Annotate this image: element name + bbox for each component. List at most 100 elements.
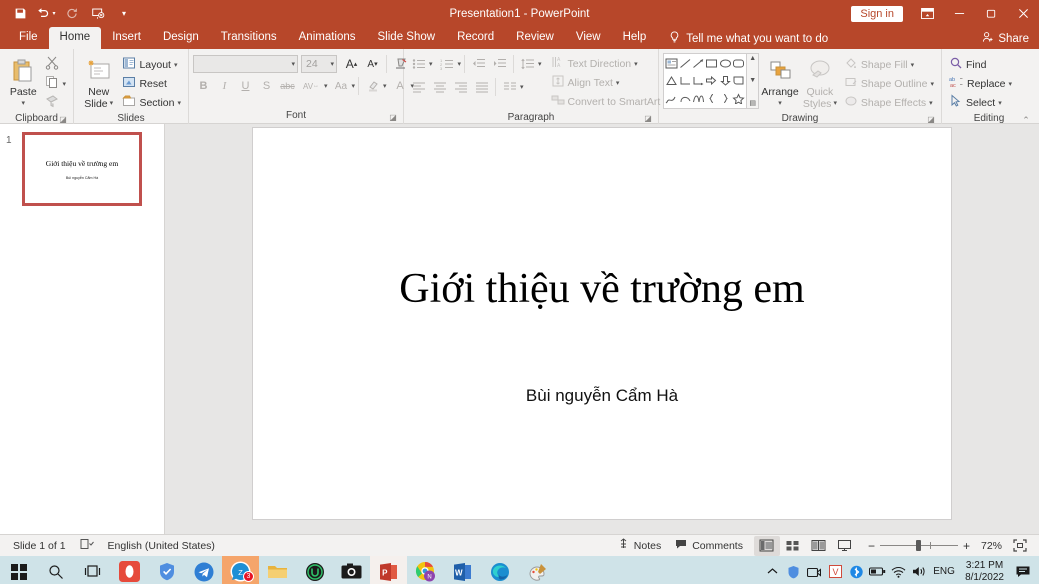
paragraph-dialog-launcher[interactable]: ◪: [643, 114, 653, 124]
shape-right-arrow[interactable]: [705, 72, 718, 89]
v-app-tray-icon[interactable]: V: [825, 556, 845, 584]
accessibility-checker-button[interactable]: [73, 536, 101, 556]
shapes-scroll-down-icon[interactable]: ▼: [749, 77, 756, 84]
fit-to-window-button[interactable]: [1007, 536, 1033, 556]
strikethrough-button[interactable]: abc: [277, 77, 298, 96]
text-direction-button[interactable]: AA Text Direction ▾: [548, 54, 670, 73]
shape-textbox[interactable]: [665, 55, 678, 72]
replace-button[interactable]: abac Replace ▾: [946, 74, 1015, 93]
start-button[interactable]: [0, 556, 37, 584]
align-center-button[interactable]: [429, 78, 450, 97]
clock[interactable]: 3:21 PM 8/1/2022: [959, 560, 1010, 584]
section-button[interactable]: Section ▾: [119, 93, 184, 112]
word-icon[interactable]: W: [444, 556, 481, 584]
align-text-caret[interactable]: ▾: [616, 79, 620, 87]
font-name-caret[interactable]: ▾: [291, 60, 295, 68]
shape-curve[interactable]: [678, 90, 691, 107]
zoom-in-button[interactable]: +: [963, 539, 970, 553]
paste-dropdown-caret[interactable]: ▾: [21, 98, 25, 110]
character-spacing-caret[interactable]: ▾: [324, 82, 328, 90]
undo-icon[interactable]: ▾: [34, 3, 58, 25]
text-direction-caret[interactable]: ▾: [634, 60, 638, 68]
tab-home[interactable]: Home: [49, 27, 102, 49]
underline-button[interactable]: U: [235, 77, 256, 96]
zoom-slider[interactable]: − +: [868, 539, 970, 553]
shape-outline-caret[interactable]: ▾: [930, 80, 934, 88]
shape-line[interactable]: [678, 55, 691, 72]
change-case-caret[interactable]: ▾: [352, 82, 356, 90]
find-button[interactable]: Find: [946, 55, 1015, 74]
notifications-icon[interactable]: [1011, 556, 1035, 584]
reset-button[interactable]: Reset: [119, 74, 184, 93]
start-from-beginning-icon[interactable]: [86, 3, 110, 25]
line-spacing-caret[interactable]: ▾: [538, 60, 542, 68]
shape-rounded-rectangle[interactable]: [732, 55, 745, 72]
justify-button[interactable]: [471, 78, 492, 97]
zoom-level-label[interactable]: 72%: [976, 540, 1002, 552]
language-indicator[interactable]: ENG: [930, 556, 958, 584]
minimize-button[interactable]: [943, 0, 975, 27]
paste-button[interactable]: Paste ▾: [4, 54, 42, 110]
bullets-caret[interactable]: ▾: [429, 60, 433, 68]
shapes-more-icon[interactable]: ▤: [749, 99, 756, 107]
numbering-button[interactable]: 123: [437, 55, 458, 74]
camera-tray-icon[interactable]: [804, 556, 824, 584]
columns-button[interactable]: [499, 78, 520, 97]
search-icon[interactable]: [37, 556, 74, 584]
volume-icon[interactable]: [909, 556, 929, 584]
text-shadow-button[interactable]: S: [256, 77, 277, 96]
slide-thumbnail-1[interactable]: Giới thiệu về trường em Bùi nguyễn Cẩm H…: [22, 132, 142, 206]
line-spacing-button[interactable]: [517, 55, 538, 74]
battery-icon[interactable]: [867, 556, 887, 584]
slide-show-view-button[interactable]: [832, 536, 858, 556]
quick-styles-button[interactable]: Quick Styles ▾: [801, 54, 839, 110]
camera-icon[interactable]: [333, 556, 370, 584]
shape-elbow-connector[interactable]: [678, 72, 691, 89]
arrange-caret[interactable]: ▾: [778, 98, 782, 110]
shield-tray-icon[interactable]: [783, 556, 803, 584]
tab-file[interactable]: File: [8, 27, 49, 49]
shape-effects-button[interactable]: Shape Effects ▾: [841, 93, 937, 112]
tab-design[interactable]: Design: [152, 27, 210, 49]
zoom-track[interactable]: [880, 545, 958, 546]
language-indicator[interactable]: English (United States): [101, 536, 222, 556]
normal-view-button[interactable]: [754, 536, 780, 556]
shapes-gallery-scrollbar[interactable]: ▲ ▼ ▤: [746, 54, 758, 108]
select-button[interactable]: Select ▾: [946, 93, 1015, 112]
shape-freeform[interactable]: [665, 90, 678, 107]
tell-me-search[interactable]: Tell me what you want to do: [661, 28, 836, 49]
opera-icon[interactable]: [111, 556, 148, 584]
font-dialog-launcher[interactable]: ◪: [388, 113, 398, 123]
layout-caret[interactable]: ▾: [174, 61, 178, 69]
shape-right-brace[interactable]: [718, 90, 731, 107]
ribbon-display-options-icon[interactable]: [911, 0, 943, 27]
tab-insert[interactable]: Insert: [101, 27, 152, 49]
decrease-list-level-button[interactable]: [468, 55, 489, 74]
select-caret[interactable]: ▾: [998, 99, 1002, 107]
shield-app-icon[interactable]: [148, 556, 185, 584]
italic-button[interactable]: I: [214, 77, 235, 96]
align-text-button[interactable]: Align Text ▾: [548, 73, 670, 92]
bold-button[interactable]: B: [193, 77, 214, 96]
slide-counter[interactable]: Slide 1 of 1: [6, 536, 73, 556]
restore-button[interactable]: [975, 0, 1007, 27]
numbering-caret[interactable]: ▾: [458, 60, 462, 68]
reading-view-button[interactable]: [806, 536, 832, 556]
character-spacing-button[interactable]: AV↔: [298, 77, 324, 96]
font-size-input[interactable]: 24 ▾: [301, 55, 337, 73]
change-case-button[interactable]: Aa: [331, 77, 352, 96]
tab-slide-show[interactable]: Slide Show: [367, 27, 447, 49]
comments-button[interactable]: Comments: [668, 536, 750, 556]
telegram-icon[interactable]: [185, 556, 222, 584]
slide-canvas[interactable]: Giới thiệu về trường em Bùi nguyễn Cẩm H…: [252, 127, 952, 520]
replace-caret[interactable]: ▾: [1009, 80, 1013, 88]
shape-arrow[interactable]: [692, 55, 705, 72]
bluetooth-icon[interactable]: [846, 556, 866, 584]
font-size-caret[interactable]: ▾: [330, 60, 334, 68]
slide-subtitle-placeholder[interactable]: Bùi nguyễn Cẩm Hà: [253, 386, 951, 406]
slide-title-placeholder[interactable]: Giới thiệu về trường em: [253, 266, 951, 312]
powerpoint-icon[interactable]: P: [370, 556, 407, 584]
zalo-icon[interactable]: Z 3: [222, 556, 259, 584]
copy-button[interactable]: ▾: [42, 74, 69, 93]
notes-button[interactable]: Notes: [611, 536, 668, 556]
